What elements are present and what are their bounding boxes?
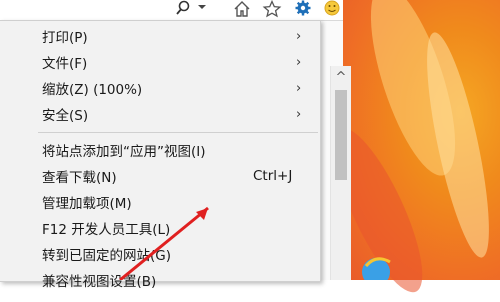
chevron-right-icon: › bbox=[296, 54, 302, 70]
menu-item-label: 缩放(Z) (100%) bbox=[42, 82, 143, 98]
dropdown-icon[interactable] bbox=[196, 0, 208, 18]
browser-toolbar bbox=[0, 0, 350, 21]
menu-separator bbox=[38, 132, 318, 133]
menu-item-add-site-to-apps[interactable]: 将站点添加到“应用”视图(I) bbox=[0, 137, 320, 163]
menu-item-print[interactable]: 打印(P) › bbox=[0, 23, 320, 49]
menu-item-safety[interactable]: 安全(S) › bbox=[0, 101, 320, 127]
settings-icon[interactable] bbox=[293, 0, 313, 18]
menu-item-label: 查看下载(N) bbox=[42, 170, 117, 186]
chevron-right-icon: › bbox=[296, 28, 302, 44]
tools-menu: 打印(P) › 文件(F) › 缩放(Z) (100%) › 安全(S) › 将… bbox=[0, 20, 321, 290]
menu-item-manage-addons[interactable]: 管理加载项(M) bbox=[0, 189, 320, 215]
chevron-right-icon: › bbox=[296, 106, 302, 122]
menu-item-f12-dev-tools[interactable]: F12 开发人员工具(L) bbox=[0, 215, 320, 241]
chevron-up-icon: ^ bbox=[335, 69, 347, 85]
menu-item-label: 将站点添加到“应用”视图(I) bbox=[42, 144, 206, 160]
menu-item-label: 打印(P) bbox=[42, 30, 88, 46]
menu-item-label: 文件(F) bbox=[42, 56, 88, 72]
home-icon[interactable] bbox=[232, 0, 252, 18]
smiley-icon[interactable] bbox=[322, 0, 342, 18]
menu-item-view-downloads[interactable]: 查看下载(N) Ctrl+J bbox=[0, 163, 320, 189]
menu-item-compat-view-settings[interactable]: 兼容性视图设置(B) bbox=[0, 267, 320, 293]
menu-item-pinned-sites[interactable]: 转到已固定的网站(G) bbox=[0, 241, 320, 267]
vertical-scrollbar[interactable]: ^ bbox=[330, 66, 351, 280]
menu-item-zoom[interactable]: 缩放(Z) (100%) › bbox=[0, 75, 320, 101]
menu-item-file[interactable]: 文件(F) › bbox=[0, 49, 320, 75]
desktop-wallpaper bbox=[317, 0, 500, 302]
ie-logo-icon bbox=[352, 246, 392, 286]
menu-item-label: 转到已固定的网站(G) bbox=[42, 248, 171, 264]
favorites-icon[interactable] bbox=[262, 0, 282, 18]
scroll-up-button[interactable]: ^ bbox=[331, 66, 351, 88]
chevron-right-icon: › bbox=[296, 80, 302, 96]
menu-item-label: F12 开发人员工具(L) bbox=[42, 222, 171, 238]
menu-item-label: 安全(S) bbox=[42, 108, 89, 124]
shortcut-label: Ctrl+J bbox=[253, 168, 293, 184]
menu-item-label: 管理加载项(M) bbox=[42, 196, 132, 212]
search-icon[interactable] bbox=[174, 0, 194, 18]
menu-item-label: 兼容性视图设置(B) bbox=[42, 274, 157, 290]
scroll-thumb[interactable] bbox=[335, 90, 347, 180]
